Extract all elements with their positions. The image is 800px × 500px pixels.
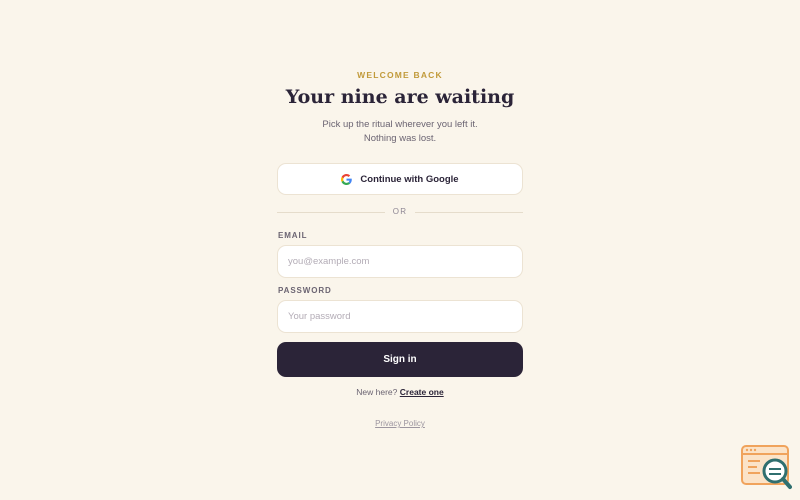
privacy-footer: Privacy Policy [0,419,800,428]
sign-in-button[interactable]: Sign in [277,342,523,377]
welcome-eyebrow: WELCOME BACK [357,70,443,80]
password-label: PASSWORD [278,286,332,295]
continue-with-google-button[interactable]: Continue with Google [277,163,523,195]
google-g-icon [341,173,353,185]
page-subtitle: Pick up the ritual wherever you left it.… [0,118,800,146]
create-account-link[interactable]: Create one [400,387,444,397]
or-divider: OR [277,206,523,218]
subtitle-line-1: Pick up the ritual wherever you left it. [322,119,478,130]
signup-prompt: New here? Create one [0,387,800,397]
divider-line-right [415,212,523,213]
browser-search-icon [740,444,792,490]
privacy-policy-link[interactable]: Privacy Policy [375,419,425,428]
subtitle-line-2: Nothing was lost. [363,133,437,144]
email-input[interactable] [277,245,523,278]
password-input[interactable] [277,300,523,333]
page-title: Your nine are waiting [285,86,515,108]
email-label: EMAIL [278,231,308,240]
google-button-label: Continue with Google [360,173,459,185]
new-here-text: New here? [356,387,398,397]
sign-in-page: WELCOME BACK Your nine are waiting Pick … [0,0,800,500]
